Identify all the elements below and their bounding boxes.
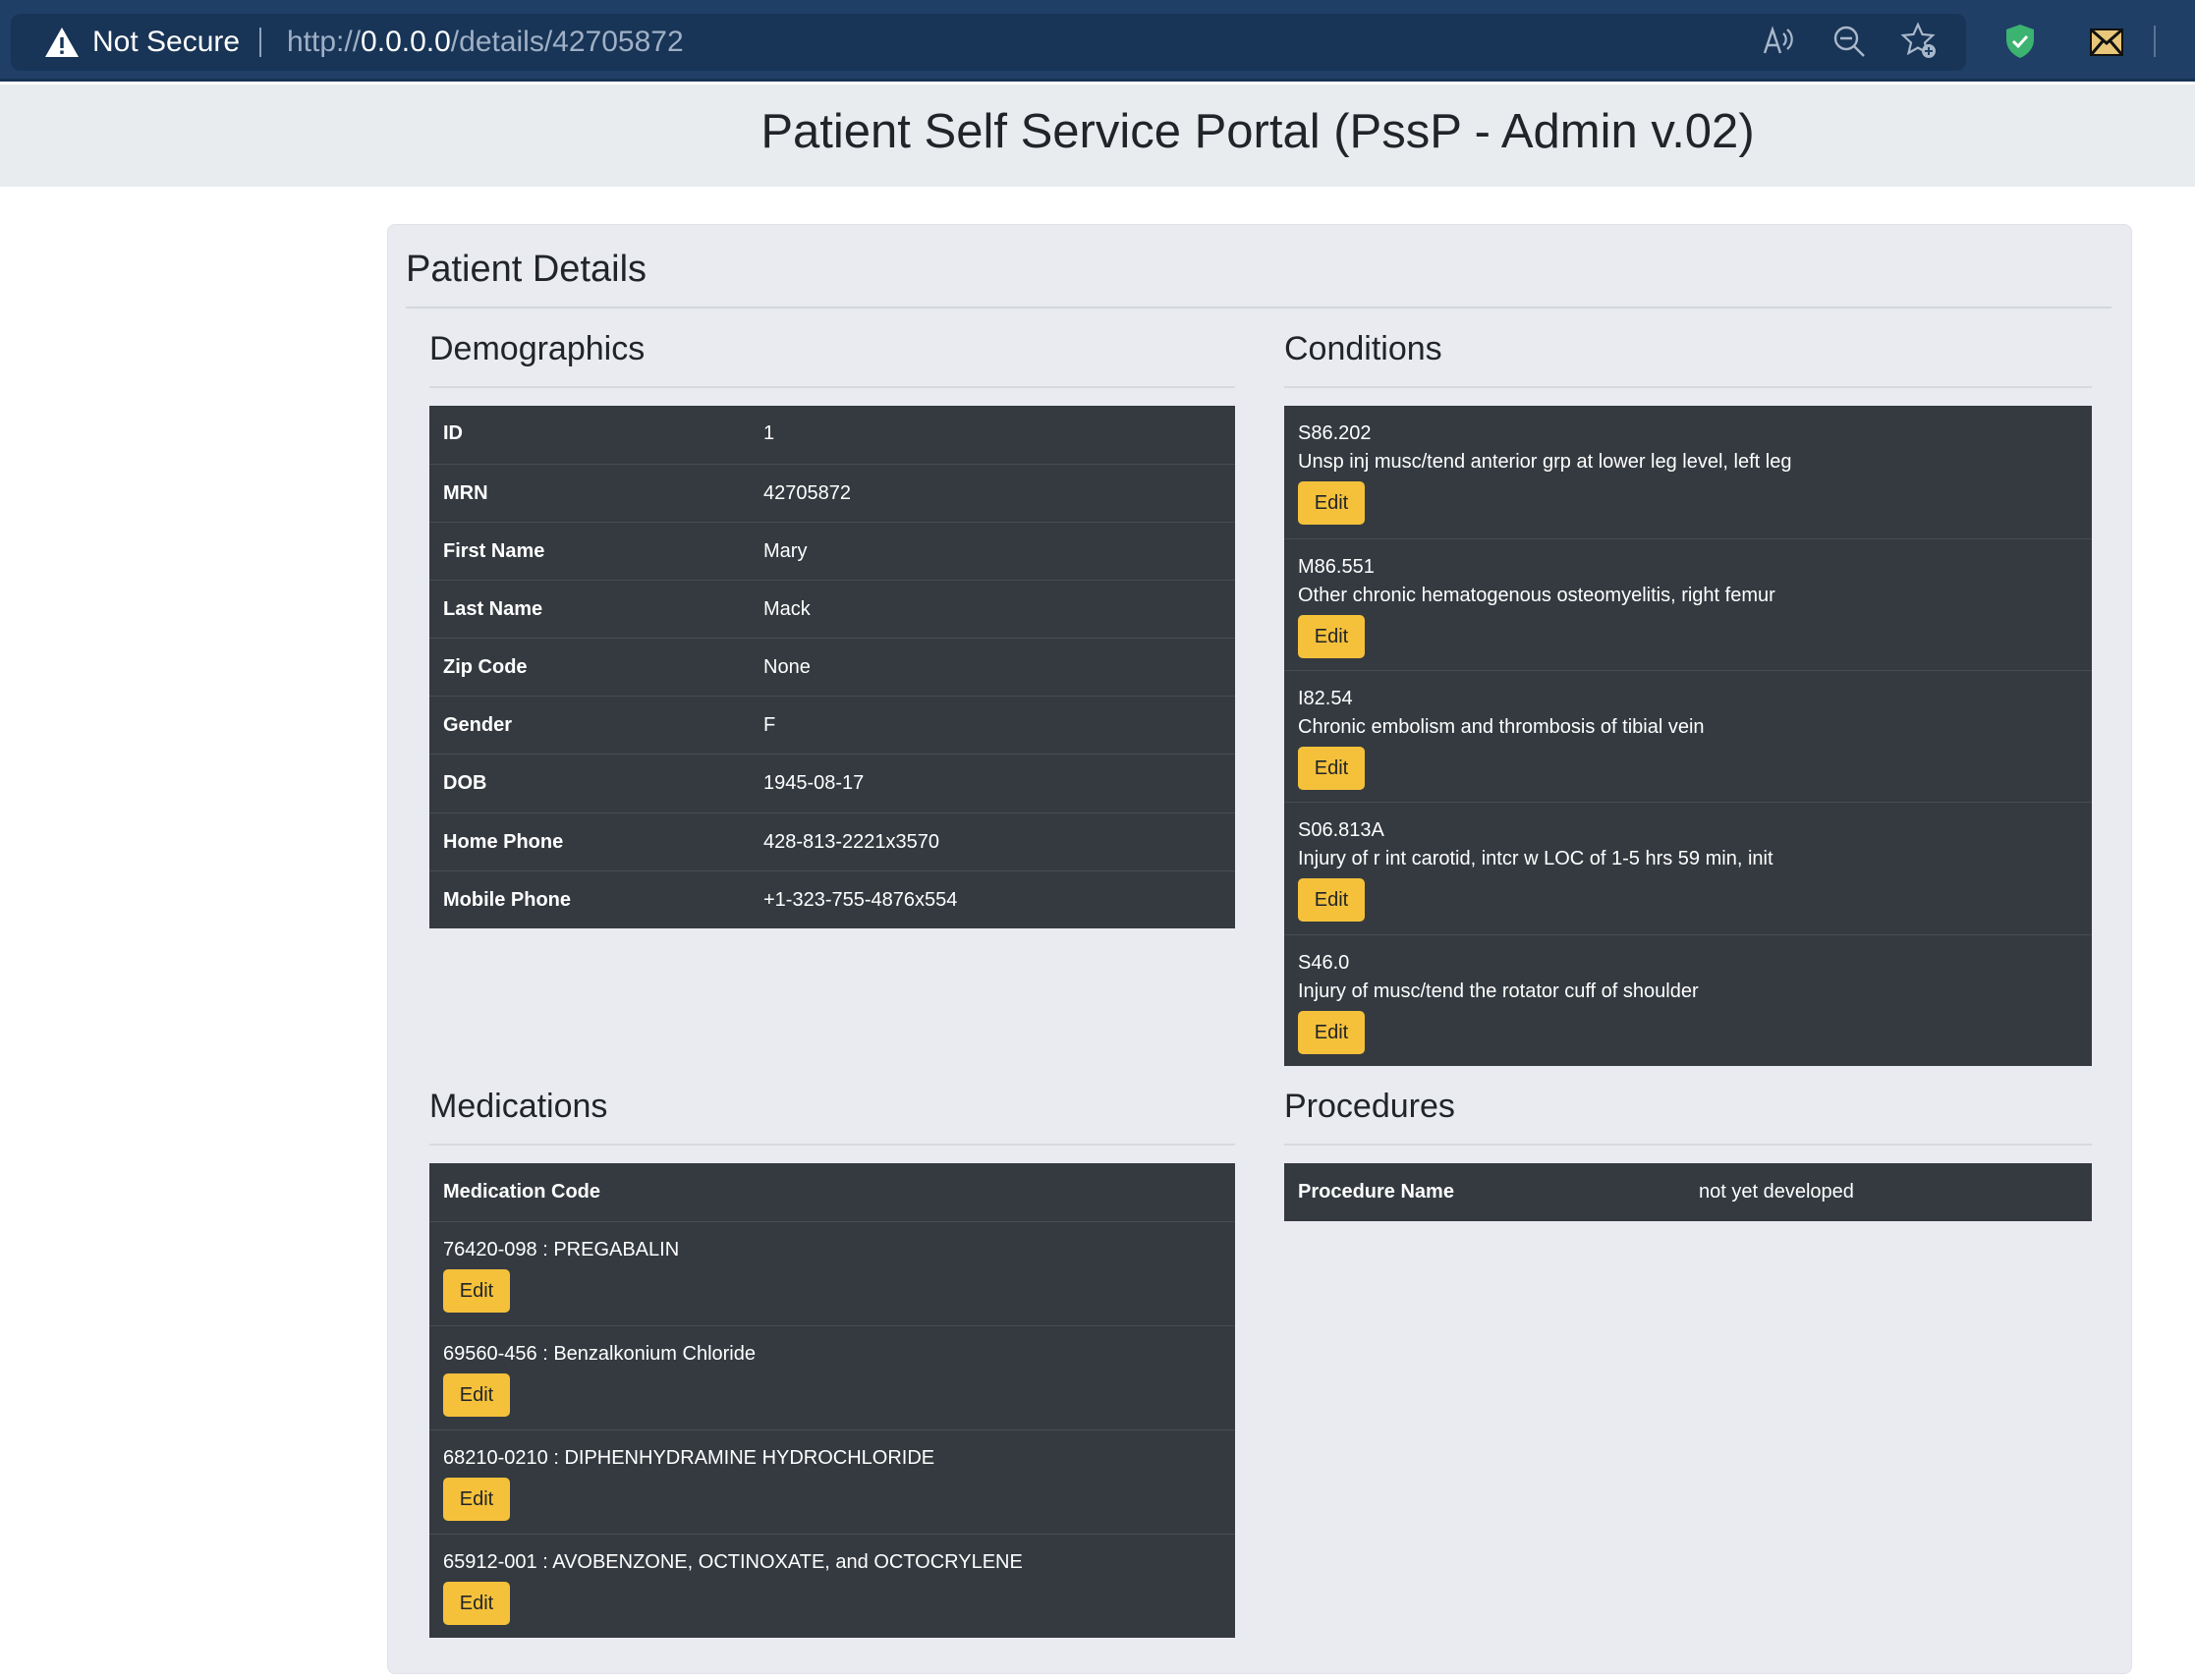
table-row: Home Phone 428-813-2221x3570	[429, 812, 1235, 870]
row-label: Mobile Phone	[443, 889, 571, 911]
table-row: ID 1	[429, 406, 1235, 464]
conditions-title: Conditions	[1284, 330, 1442, 367]
table-row: Procedure Name not yet developed	[1284, 1163, 2092, 1221]
toolbar-divider	[2154, 26, 2156, 57]
procedure-name-value: not yet developed	[1699, 1181, 1854, 1203]
list-item: I82.54 Chronic embolism and thrombosis o…	[1284, 670, 2092, 802]
table-row: DOB 1945-08-17	[429, 754, 1235, 812]
edit-condition-button[interactable]: Edit	[1298, 878, 1365, 922]
table-row: First Name Mary	[429, 522, 1235, 580]
edit-condition-button[interactable]: Edit	[1298, 481, 1365, 525]
edit-condition-button[interactable]: Edit	[1298, 615, 1365, 658]
url-text[interactable]: http://0.0.0.0/details/42705872	[287, 26, 684, 59]
row-value: 1	[763, 422, 775, 444]
list-item: 76420-098 : PREGABALIN Edit	[429, 1221, 1235, 1325]
row-label: Gender	[443, 714, 513, 736]
row-label: Zip Code	[443, 656, 528, 678]
condition-description: Unsp inj musc/tend anterior grp at lower…	[1298, 451, 1792, 473]
card-title: Patient Details	[406, 249, 647, 290]
edit-condition-button[interactable]: Edit	[1298, 1011, 1365, 1054]
procedures-title: Procedures	[1284, 1088, 1455, 1125]
table-row: Last Name Mack	[429, 580, 1235, 638]
browser-toolbar: Not Secure http://0.0.0.0/details/427058…	[0, 0, 2195, 82]
list-item: 69560-456 : Benzalkonium Chloride Edit	[429, 1325, 1235, 1429]
condition-description: Chronic embolism and thrombosis of tibia…	[1298, 716, 1705, 738]
edit-condition-button[interactable]: Edit	[1298, 747, 1365, 790]
list-item: S46.0 Injury of musc/tend the rotator cu…	[1284, 934, 2092, 1066]
row-value: Mack	[763, 598, 811, 620]
row-label: MRN	[443, 482, 488, 504]
list-item: 68210-0210 : DIPHENHYDRAMINE HYDROCHLORI…	[429, 1429, 1235, 1534]
read-aloud-icon[interactable]	[1759, 22, 1798, 61]
shield-extension-icon[interactable]	[2000, 22, 2040, 61]
medication-name: 69560-456 : Benzalkonium Chloride	[443, 1343, 756, 1365]
demographics-table: ID 1 MRN 42705872 First Name Mary Last Name…	[429, 406, 1235, 928]
condition-code: I82.54	[1298, 688, 1353, 709]
table-row: Gender F	[429, 696, 1235, 754]
condition-code: M86.551	[1298, 556, 1375, 578]
medications-title: Medications	[429, 1088, 608, 1125]
edit-medication-button[interactable]: Edit	[443, 1478, 510, 1521]
row-label: DOB	[443, 772, 487, 794]
row-value: Mary	[763, 540, 808, 562]
row-value: +1-323-755-4876x554	[763, 889, 958, 911]
list-item: 65912-001 : AVOBENZONE, OCTINOXATE, and …	[429, 1534, 1235, 1638]
procedures-table: Procedure Name not yet developed	[1284, 1163, 2092, 1221]
medication-name: 76420-098 : PREGABALIN	[443, 1239, 680, 1260]
page-title: Patient Self Service Portal (PssP - Admi…	[760, 105, 1755, 158]
row-value: 1945-08-17	[763, 772, 865, 794]
medications-divider	[429, 1144, 1235, 1146]
row-value: 42705872	[763, 482, 851, 504]
demographics-title: Demographics	[429, 330, 646, 367]
list-item: M86.551 Other chronic hematogenous osteo…	[1284, 538, 2092, 670]
list-item: S86.202 Unsp inj musc/tend anterior grp …	[1284, 406, 2092, 538]
medication-name: 68210-0210 : DIPHENHYDRAMINE HYDROCHLORI…	[443, 1447, 935, 1469]
row-value: 428-813-2221x3570	[763, 831, 940, 853]
mail-extension-icon[interactable]	[2087, 22, 2126, 61]
url-path: /details/42705872	[450, 26, 684, 58]
address-bar[interactable]: Not Secure http://0.0.0.0/details/427058…	[11, 14, 1966, 71]
site-header: Patient Self Service Portal (PssP - Admi…	[0, 84, 2195, 187]
url-host: 0.0.0.0	[361, 26, 451, 58]
card-divider	[406, 307, 2111, 308]
row-label: ID	[443, 422, 463, 444]
edit-medication-button[interactable]: Edit	[443, 1582, 510, 1625]
medications-header: Medication Code	[429, 1163, 1235, 1221]
table-row: Mobile Phone +1-323-755-4876x554	[429, 870, 1235, 928]
condition-description: Other chronic hematogenous osteomyelitis…	[1298, 585, 1775, 606]
row-label: Last Name	[443, 598, 543, 620]
row-value: None	[763, 656, 811, 678]
address-divider	[259, 28, 261, 57]
medication-name: 65912-001 : AVOBENZONE, OCTINOXATE, and …	[443, 1551, 1023, 1573]
warning-icon[interactable]	[44, 27, 80, 58]
medication-code-header: Medication Code	[443, 1181, 601, 1203]
demographics-divider	[429, 386, 1235, 388]
row-label: First Name	[443, 540, 545, 562]
condition-code: S06.813A	[1298, 819, 1384, 841]
condition-code: S86.202	[1298, 422, 1372, 444]
add-favorite-icon[interactable]	[1900, 22, 1940, 61]
row-value: F	[763, 714, 776, 736]
zoom-out-icon[interactable]	[1829, 22, 1869, 61]
list-item: S06.813A Injury of r int carotid, intcr …	[1284, 802, 2092, 934]
url-scheme: http://	[287, 26, 362, 58]
table-row: MRN 42705872	[429, 464, 1235, 522]
condition-description: Injury of r int carotid, intcr w LOC of …	[1298, 848, 1773, 869]
security-status-label[interactable]: Not Secure	[92, 26, 240, 59]
condition-code: S46.0	[1298, 952, 1350, 974]
condition-description: Injury of musc/tend the rotator cuff of …	[1298, 980, 1699, 1002]
row-label: Home Phone	[443, 831, 564, 853]
procedure-name-label: Procedure Name	[1298, 1181, 1454, 1203]
conditions-list: S86.202 Unsp inj musc/tend anterior grp …	[1284, 406, 2092, 1066]
edit-medication-button[interactable]: Edit	[443, 1373, 510, 1417]
table-row: Zip Code None	[429, 638, 1235, 696]
edit-medication-button[interactable]: Edit	[443, 1269, 510, 1313]
patient-details-card: Patient Details Demographics ID 1 MRN 4270…	[387, 224, 2132, 1674]
medications-list: Medication Code 76420-098 : PREGABALIN E…	[429, 1163, 1235, 1638]
procedures-divider	[1284, 1144, 2092, 1146]
conditions-divider	[1284, 386, 2092, 388]
